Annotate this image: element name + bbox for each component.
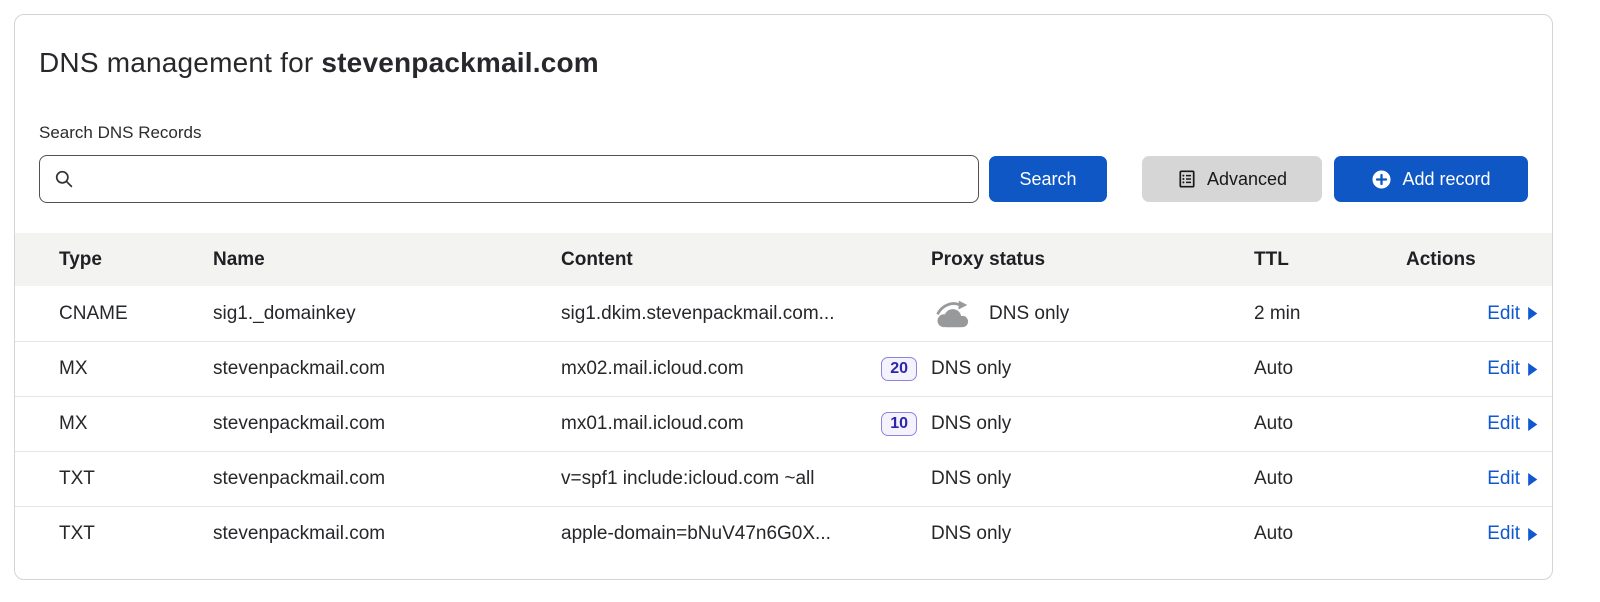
search-icon <box>54 169 74 189</box>
record-content-value: v=spf1 include:icloud.com ~all <box>561 468 814 490</box>
page-title-prefix: DNS management for <box>39 47 321 78</box>
edit-link-label: Edit <box>1487 303 1520 325</box>
record-proxy-status: DNS only <box>931 299 1254 328</box>
record-content-value: apple-domain=bNuV47n6G0X... <box>561 523 831 545</box>
header-proxy-status: Proxy status <box>931 249 1254 271</box>
record-type: CNAME <box>59 303 213 325</box>
record-content: mx01.mail.icloud.com 10 <box>561 412 931 436</box>
record-type: TXT <box>59 468 213 490</box>
table-row: TXT stevenpackmail.com v=spf1 include:ic… <box>15 451 1552 506</box>
search-input[interactable] <box>39 155 979 203</box>
mx-priority-badge: 20 <box>881 357 917 381</box>
record-type: MX <box>59 413 213 435</box>
table-row: TXT stevenpackmail.com apple-domain=bNuV… <box>15 506 1552 561</box>
edit-record-link[interactable]: Edit <box>1406 303 1552 325</box>
proxy-status-label: DNS only <box>931 358 1011 380</box>
record-name: stevenpackmail.com <box>213 358 561 380</box>
advanced-button[interactable]: Advanced <box>1142 156 1322 202</box>
table-header-row: Type Name Content Proxy status TTL Actio… <box>15 233 1552 286</box>
record-content-value: sig1.dkim.stevenpackmail.com... <box>561 303 835 325</box>
record-ttl: 2 min <box>1254 303 1406 325</box>
add-record-button-label: Add record <box>1402 169 1490 190</box>
mx-priority-badge: 10 <box>881 412 917 436</box>
record-ttl: Auto <box>1254 358 1406 380</box>
header-ttl: TTL <box>1254 249 1406 271</box>
triangle-right-icon <box>1527 307 1538 320</box>
triangle-right-icon <box>1527 473 1538 486</box>
record-name: sig1._domainkey <box>213 303 561 325</box>
page-title-domain: stevenpackmail.com <box>321 47 599 78</box>
header-type: Type <box>59 249 213 271</box>
add-record-button[interactable]: Add record <box>1334 156 1528 202</box>
edit-link-label: Edit <box>1487 523 1520 545</box>
header-name: Name <box>213 249 561 271</box>
edit-record-link[interactable]: Edit <box>1406 523 1552 545</box>
proxy-status-label: DNS only <box>931 468 1011 490</box>
record-content: v=spf1 include:icloud.com ~all <box>561 468 931 490</box>
dns-management-card: DNS management for stevenpackmail.com Se… <box>14 14 1553 580</box>
record-type: TXT <box>59 523 213 545</box>
record-ttl: Auto <box>1254 523 1406 545</box>
search-input-wrap <box>39 155 979 203</box>
edit-record-link[interactable]: Edit <box>1406 468 1552 490</box>
plus-circle-icon <box>1371 169 1392 190</box>
table-row: CNAME sig1._domainkey sig1.dkim.stevenpa… <box>15 286 1552 341</box>
record-content-value: mx02.mail.icloud.com <box>561 358 744 380</box>
record-content-value: mx01.mail.icloud.com <box>561 413 744 435</box>
record-content: mx02.mail.icloud.com 20 <box>561 357 931 381</box>
triangle-right-icon <box>1527 363 1538 376</box>
table-body: CNAME sig1._domainkey sig1.dkim.stevenpa… <box>15 286 1552 561</box>
record-proxy-status: DNS only <box>931 523 1254 545</box>
record-ttl: Auto <box>1254 413 1406 435</box>
dns-records-table: Type Name Content Proxy status TTL Actio… <box>15 233 1552 561</box>
triangle-right-icon <box>1527 528 1538 541</box>
edit-link-label: Edit <box>1487 413 1520 435</box>
proxy-status-label: DNS only <box>989 303 1069 325</box>
proxy-status-label: DNS only <box>931 523 1011 545</box>
header-content: Content <box>561 249 931 271</box>
record-proxy-status: DNS only <box>931 468 1254 490</box>
record-type: MX <box>59 358 213 380</box>
record-name: stevenpackmail.com <box>213 523 561 545</box>
triangle-right-icon <box>1527 418 1538 431</box>
advanced-button-label: Advanced <box>1207 169 1287 190</box>
proxy-status-label: DNS only <box>931 413 1011 435</box>
edit-link-label: Edit <box>1487 358 1520 380</box>
search-button[interactable]: Search <box>989 156 1107 202</box>
edit-link-label: Edit <box>1487 468 1520 490</box>
cloud-arrow-icon <box>931 299 973 328</box>
table-row: MX stevenpackmail.com mx02.mail.icloud.c… <box>15 341 1552 396</box>
record-name: stevenpackmail.com <box>213 413 561 435</box>
list-document-icon <box>1177 169 1197 189</box>
record-ttl: Auto <box>1254 468 1406 490</box>
table-row: MX stevenpackmail.com mx01.mail.icloud.c… <box>15 396 1552 451</box>
page-title: DNS management for stevenpackmail.com <box>39 47 1528 79</box>
record-proxy-status: DNS only <box>931 413 1254 435</box>
search-label: Search DNS Records <box>39 123 1528 143</box>
record-content: apple-domain=bNuV47n6G0X... <box>561 523 931 545</box>
edit-record-link[interactable]: Edit <box>1406 358 1552 380</box>
record-content: sig1.dkim.stevenpackmail.com... <box>561 303 931 325</box>
header-actions: Actions <box>1406 249 1552 271</box>
edit-record-link[interactable]: Edit <box>1406 413 1552 435</box>
search-toolbar: Search Advanced Add record <box>39 155 1528 203</box>
record-name: stevenpackmail.com <box>213 468 561 490</box>
record-proxy-status: DNS only <box>931 358 1254 380</box>
